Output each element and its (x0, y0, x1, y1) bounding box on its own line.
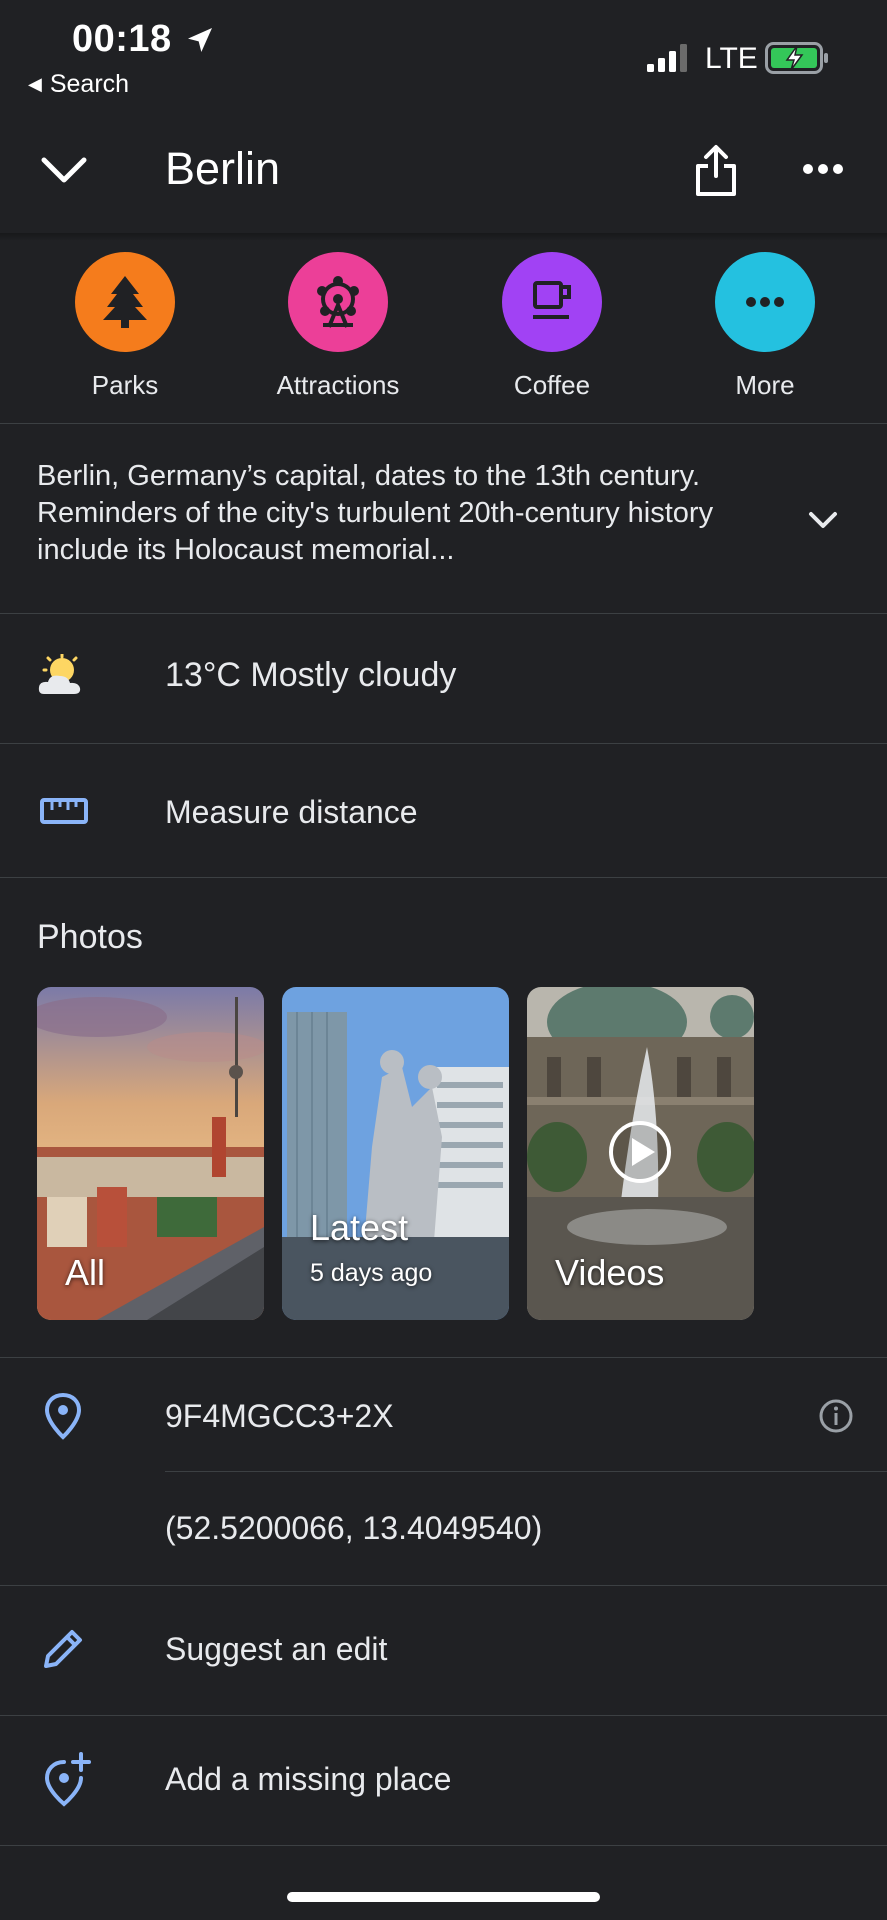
category-label: More (735, 370, 795, 400)
coordinates-row[interactable]: (52.5200066, 13.4049540) (0, 1472, 887, 1585)
add-missing-place-label: Add a missing place (165, 1761, 452, 1797)
weather-row[interactable]: 13°C Mostly cloudy (0, 614, 887, 742)
location-arrow-icon (188, 28, 212, 52)
divider (0, 877, 887, 878)
status-time: 00:18 (72, 18, 172, 60)
category-label: Coffee (513, 370, 591, 400)
suggest-edit-row[interactable]: Suggest an edit (0, 1586, 887, 1714)
expand-chevron-icon[interactable] (808, 510, 838, 530)
network-label: LTE (705, 42, 758, 75)
info-icon[interactable] (818, 1398, 854, 1434)
back-triangle-icon: ◀ (28, 74, 42, 94)
category-label: Parks (91, 370, 159, 400)
photo-label: Videos (555, 1252, 665, 1293)
suggest-edit-label: Suggest an edit (165, 1631, 388, 1667)
photo-tile-videos[interactable]: Videos (527, 987, 754, 1320)
share-icon[interactable] (694, 144, 738, 198)
category-more[interactable]: More (685, 252, 845, 401)
coordinates-text: (52.5200066, 13.4049540) (165, 1510, 543, 1546)
add-place-pin-icon (44, 1752, 91, 1807)
category-circle (502, 252, 602, 352)
partly-cloudy-icon (38, 654, 81, 694)
photo-label: Latest (310, 1207, 409, 1248)
place-description[interactable]: Berlin, Germany’s capital, dates to the … (37, 458, 777, 569)
category-attractions[interactable]: Attractions (258, 252, 418, 401)
divider (0, 1845, 887, 1846)
collapse-chevron-icon[interactable] (40, 150, 88, 190)
add-missing-place-row[interactable]: Add a missing place (0, 1716, 887, 1844)
place-title: Berlin (165, 143, 281, 194)
category-parks[interactable]: Parks (45, 252, 205, 401)
back-to-search-link[interactable]: ◀ Search (28, 70, 129, 99)
photos-title: Photos (37, 918, 143, 956)
divider (0, 423, 887, 424)
back-label: Search (49, 70, 130, 98)
coffee-cup-icon (533, 281, 571, 319)
category-label: Attractions (276, 370, 400, 400)
battery-charging-icon (765, 42, 828, 74)
photo-label: All (65, 1252, 106, 1293)
plus-code-text: 9F4MGCC3+2X (165, 1398, 394, 1434)
category-circle (288, 252, 388, 352)
ruler-icon (40, 798, 88, 824)
photo-tile-all[interactable]: All (37, 987, 264, 1320)
photo-sublabel: 5 days ago (310, 1259, 433, 1287)
location-pin-icon (44, 1392, 82, 1440)
tree-icon (103, 276, 147, 328)
category-coffee[interactable]: Coffee (472, 252, 632, 401)
more-dots-icon (746, 297, 784, 307)
weather-text: 13°C Mostly cloudy (165, 656, 457, 694)
measure-distance-label: Measure distance (165, 794, 418, 830)
signal-bars-icon (647, 44, 687, 72)
plus-code-row[interactable]: 9F4MGCC3+2X (0, 1358, 887, 1471)
category-circle (715, 252, 815, 352)
home-indicator[interactable] (287, 1892, 600, 1902)
pencil-icon (44, 1630, 82, 1668)
photo-tile-latest[interactable]: Latest 5 days ago (282, 987, 509, 1320)
ferris-wheel-icon (317, 276, 359, 328)
play-video-icon[interactable] (607, 1119, 673, 1185)
category-circle (75, 252, 175, 352)
more-options-icon[interactable] (802, 162, 844, 176)
header-shadow (0, 233, 887, 241)
measure-distance-row[interactable]: Measure distance (0, 744, 887, 877)
